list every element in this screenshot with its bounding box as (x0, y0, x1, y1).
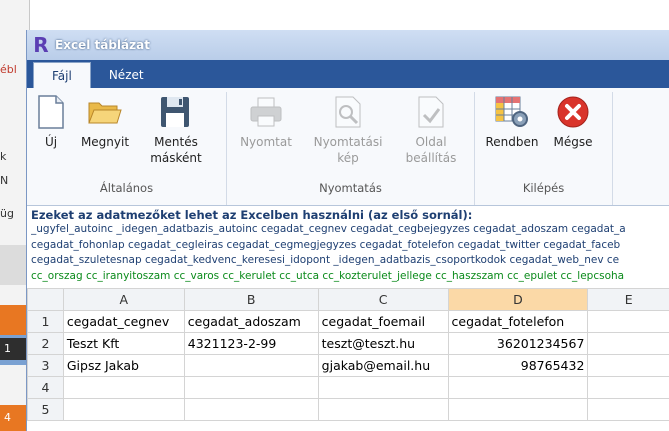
column-header-a[interactable]: A (62, 288, 185, 311)
row-header[interactable]: 2 (27, 332, 64, 355)
cancel-icon (555, 94, 591, 130)
row-header[interactable]: 5 (27, 398, 64, 421)
table-row: 1 cegadat_cegnev cegadat_adoszam cegadat… (27, 310, 669, 333)
new-button[interactable]: Új (31, 92, 71, 178)
page-setup-button-label: Oldal beállítás (405, 135, 457, 165)
table-row: 4 (27, 376, 669, 399)
cell[interactable]: cegadat_fotelefon (447, 310, 589, 333)
cell[interactable] (62, 398, 185, 421)
cell[interactable]: Teszt Kft (62, 332, 185, 355)
cell[interactable] (587, 376, 669, 399)
ribbon-group-label: Kilépés (522, 181, 565, 195)
spreadsheet-grid: A B C D E 1 cegadat_cegnev cegadat_adosz… (27, 288, 669, 421)
cell[interactable] (447, 398, 589, 421)
cell[interactable]: 98765432 (447, 354, 589, 377)
info-field-list: cegadat_szuletesnap cegadat_kedvenc_kere… (31, 254, 620, 266)
ok-button[interactable]: Rendben (479, 92, 545, 178)
open-folder-icon (87, 94, 123, 130)
cell[interactable] (587, 354, 669, 377)
cell[interactable] (62, 376, 185, 399)
info-field-list: cc_orszag cc_iranyitoszam cc_varos cc_ke… (31, 269, 625, 282)
cell[interactable]: gjakab@email.hu (317, 354, 449, 377)
cell[interactable]: teszt@teszt.hu (317, 332, 449, 355)
cell[interactable]: cegadat_adoszam (183, 310, 319, 333)
print-preview-button[interactable]: Nyomtatási kép (301, 92, 395, 178)
window-title: Excel táblázat (55, 38, 150, 52)
cell[interactable] (447, 376, 589, 399)
cancel-button[interactable]: Mégse (545, 92, 601, 178)
cell[interactable] (317, 398, 449, 421)
ribbon: Új Megnyit Mentés másként Általános Nyom… (27, 88, 669, 206)
cell[interactable] (587, 398, 669, 421)
cell[interactable] (317, 376, 449, 399)
title-bar[interactable]: R Excel táblázat (27, 30, 669, 60)
row-header[interactable]: 1 (27, 310, 64, 333)
ribbon-group-nyomtatas: Nyomtat Nyomtatási kép Oldal beállítás N… (227, 92, 475, 205)
ribbon-tab-bar: Fájl Nézet (27, 60, 669, 88)
page-setup-icon (413, 94, 449, 130)
cell[interactable]: cegadat_foemail (317, 310, 449, 333)
open-button[interactable]: Megnyit (71, 92, 139, 178)
column-header-c[interactable]: C (317, 288, 449, 311)
save-as-icon (158, 94, 194, 130)
select-all-corner[interactable] (27, 288, 64, 311)
info-heading: Ezeket az adatmezőket lehet az Excelben … (31, 208, 473, 222)
cell[interactable]: 4321123-2-99 (183, 332, 319, 355)
column-header-b[interactable]: B (183, 288, 319, 311)
ribbon-group-kilepes: Rendben Mégse Kilépés (475, 92, 613, 205)
cell[interactable] (183, 398, 319, 421)
print-button-label: Nyomtat (240, 135, 292, 149)
cell[interactable] (587, 310, 669, 333)
print-button[interactable]: Nyomtat (231, 92, 301, 178)
cell[interactable]: Gipsz Jakab (62, 354, 185, 377)
ribbon-group-label: Nyomtatás (319, 181, 382, 195)
new-button-label: Új (44, 135, 58, 149)
cell[interactable]: 36201234567 (447, 332, 589, 355)
page-setup-button[interactable]: Oldal beállítás (395, 92, 467, 178)
row-header[interactable]: 3 (27, 354, 64, 377)
ok-button-label: Rendben (485, 135, 539, 149)
app-logo-icon: R (33, 33, 49, 57)
new-document-icon (33, 94, 69, 130)
cell[interactable] (587, 332, 669, 355)
cell[interactable] (183, 354, 319, 377)
column-header-row: A B C D E (27, 288, 669, 311)
print-preview-button-label: Nyomtatási kép (313, 135, 383, 165)
cancel-button-label: Mégse (553, 135, 593, 149)
cell[interactable]: cegadat_cegnev (62, 310, 185, 333)
spreadsheet-settings-icon (494, 94, 530, 130)
field-info-panel: Ezeket az adatmezőket lehet az Excelben … (27, 206, 669, 288)
save-as-button-label: Mentés másként (150, 135, 202, 165)
excel-dialog-window: R Excel táblázat Fájl Nézet Új Megnyit M… (26, 30, 669, 431)
table-row: 5 (27, 398, 669, 421)
save-as-button[interactable]: Mentés másként (139, 92, 213, 178)
open-button-label: Megnyit (80, 135, 130, 149)
tab-nezet[interactable]: Nézet (91, 62, 162, 88)
print-preview-icon (330, 94, 366, 130)
printer-icon (248, 94, 284, 130)
column-header-d[interactable]: D (447, 288, 589, 311)
column-header-e[interactable]: E (587, 288, 669, 311)
ribbon-group-label: Általános (99, 181, 154, 195)
table-row: 2 Teszt Kft 4321123-2-99 teszt@teszt.hu … (27, 332, 669, 355)
tab-fajl[interactable]: Fájl (33, 62, 91, 88)
cell[interactable] (183, 376, 319, 399)
table-row: 3 Gipsz Jakab gjakab@email.hu 98765432 (27, 354, 669, 377)
ribbon-group-altalanos: Új Megnyit Mentés másként Általános (27, 92, 227, 205)
info-field-list: _ugyfel_autoinc _idegen_adatbazis_autoin… (31, 223, 626, 235)
row-header[interactable]: 4 (27, 376, 64, 399)
info-field-list: cegadat_fohonlap cegadat_cegleiras cegad… (31, 238, 621, 251)
